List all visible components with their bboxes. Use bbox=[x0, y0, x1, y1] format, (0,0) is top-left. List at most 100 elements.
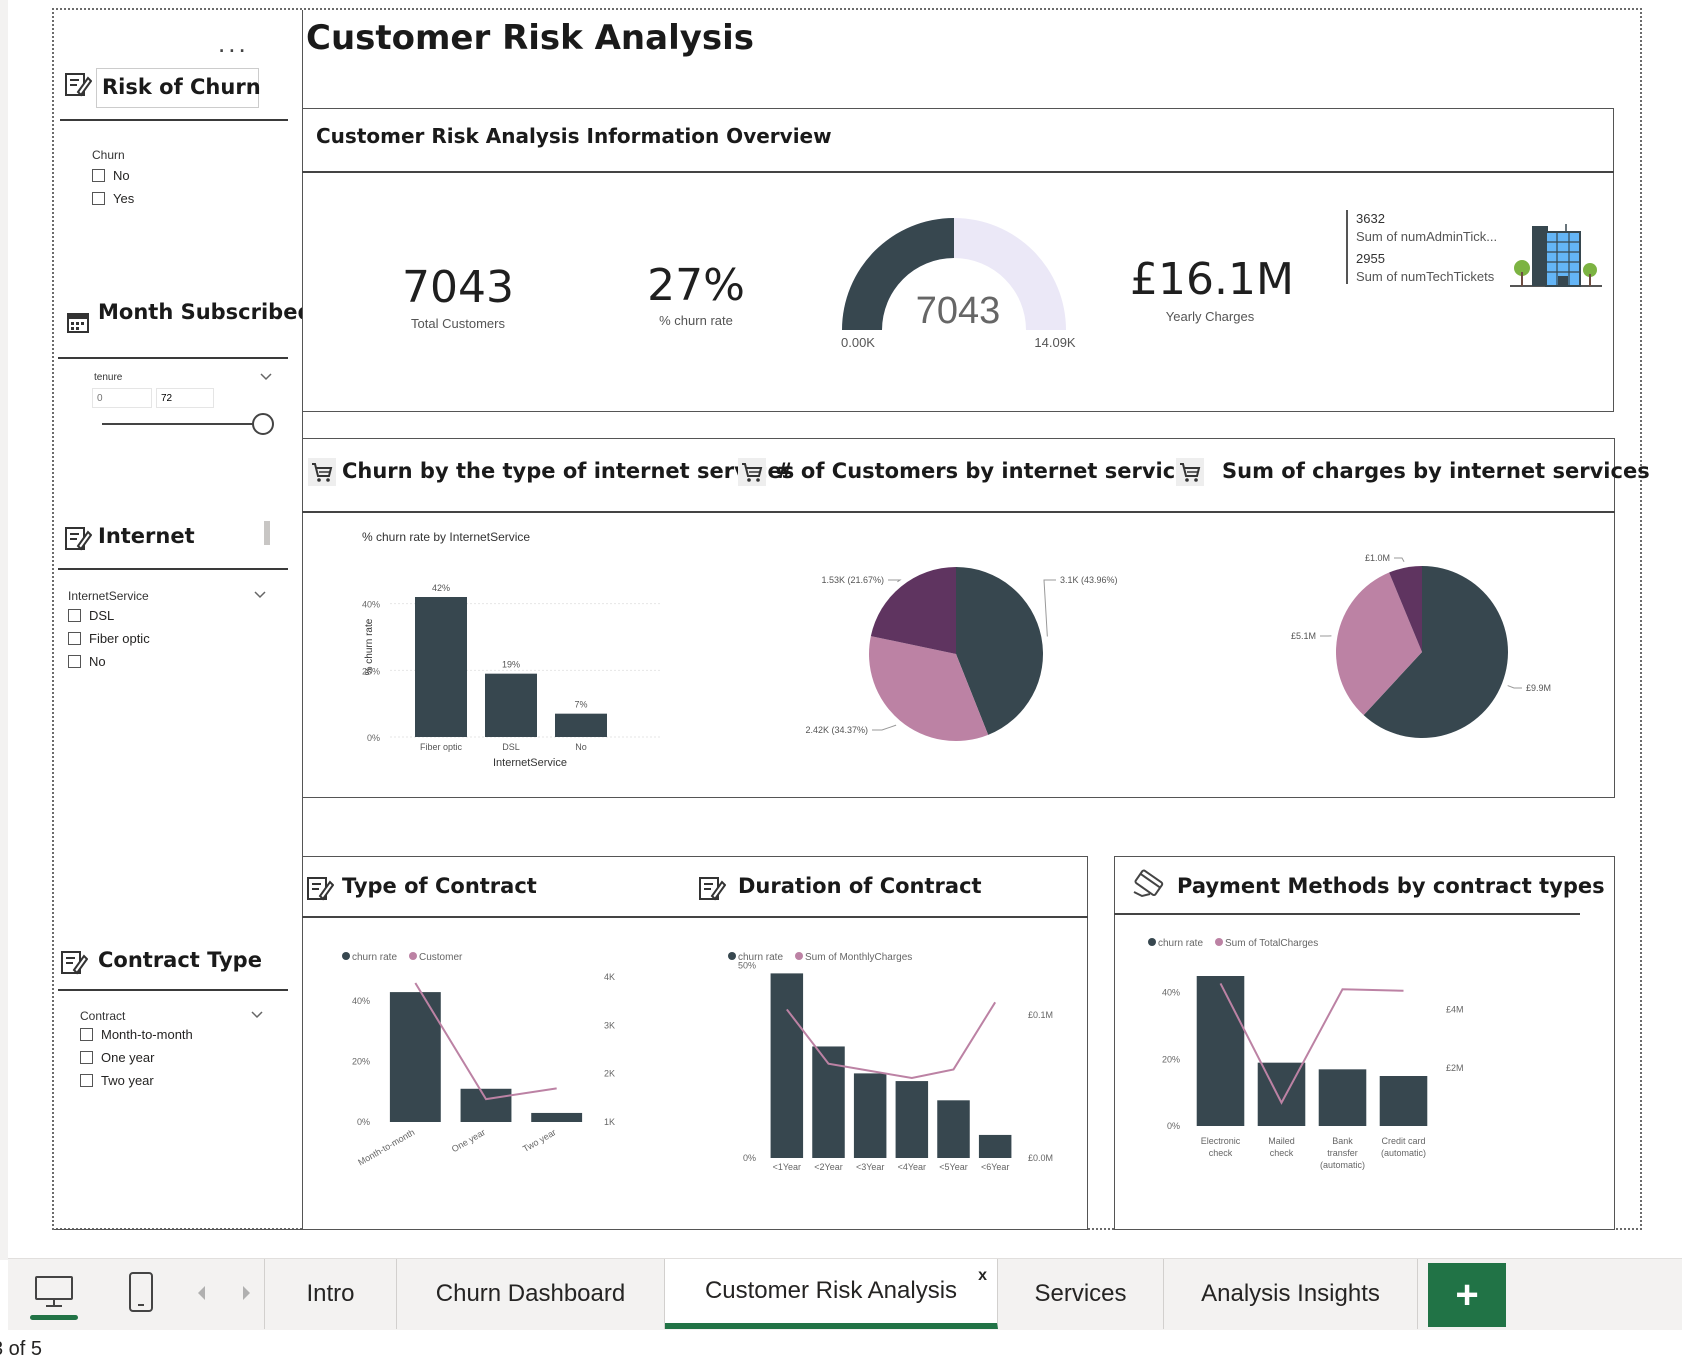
y-tick-label: 40% bbox=[1162, 988, 1180, 998]
bar bbox=[485, 674, 537, 737]
data-label: 7% bbox=[574, 700, 587, 710]
scrollbar[interactable] bbox=[264, 521, 270, 545]
calendar-icon bbox=[66, 310, 90, 334]
tech-tickets-label: Sum of numTechTickets bbox=[1356, 269, 1494, 284]
gauge-min: 0.00K bbox=[841, 335, 875, 350]
divider bbox=[302, 916, 1088, 918]
overview-title: Customer Risk Analysis Information Overv… bbox=[316, 124, 832, 148]
y2-tick-label: £0.0M bbox=[1028, 1153, 1053, 1163]
slice-label: £5.1M bbox=[1291, 631, 1316, 641]
tab-services[interactable]: Services bbox=[998, 1259, 1164, 1329]
admin-tickets-label: Sum of numAdminTick... bbox=[1356, 229, 1497, 244]
payment-methods-chart: churn rateSum of TotalCharges0%20%40%£2M… bbox=[1130, 925, 1510, 1185]
y2-tick-label: 4K bbox=[604, 972, 615, 982]
chart-title: % churn rate by InternetService bbox=[362, 530, 530, 544]
slicer-title-clip: Internet bbox=[96, 520, 246, 560]
mobile-view-icon[interactable] bbox=[128, 1271, 154, 1313]
x-tick-label: <3Year bbox=[856, 1162, 884, 1172]
divider bbox=[302, 511, 1615, 513]
page-tab-bar: Intro Churn Dashboard Customer Risk Anal… bbox=[8, 1258, 1682, 1330]
divider bbox=[58, 568, 288, 570]
checkbox-churn-no[interactable]: No bbox=[92, 168, 130, 183]
legend-marker bbox=[1215, 938, 1223, 946]
tab-customer-risk-analysis[interactable]: Customer Risk Analysisx bbox=[665, 1259, 998, 1329]
active-view-indicator bbox=[30, 1315, 78, 1320]
tab-analysis-insights[interactable]: Analysis Insights bbox=[1164, 1259, 1418, 1329]
credit-card-hand-icon bbox=[1130, 866, 1166, 902]
tenure-slider-handle[interactable] bbox=[252, 413, 274, 435]
checkbox-one-year[interactable]: One year bbox=[80, 1050, 154, 1065]
bar bbox=[979, 1135, 1012, 1158]
y-tick-label: 20% bbox=[1162, 1054, 1180, 1064]
bar bbox=[937, 1100, 970, 1158]
leader-line bbox=[872, 725, 896, 730]
gauge-value: 7043 bbox=[916, 290, 1001, 332]
gauge-max: 14.09K bbox=[1034, 335, 1076, 350]
scroll-right-icon[interactable] bbox=[240, 1285, 252, 1301]
x-tick-label: <1Year bbox=[773, 1162, 801, 1172]
contract-duration-chart: churn rateSum of MonthlyCharges0%50%£0.0… bbox=[710, 940, 1080, 1180]
tab-churn-dashboard[interactable]: Churn Dashboard bbox=[397, 1259, 665, 1329]
x-tick-label: Fiber optic bbox=[420, 742, 463, 752]
slicer-field-label: tenure bbox=[94, 372, 122, 383]
y-tick-label: 0% bbox=[367, 733, 380, 743]
x-tick-label: (automatic) bbox=[1320, 1160, 1365, 1170]
checkbox-two-year[interactable]: Two year bbox=[80, 1073, 154, 1088]
churn-by-internet-chart: % churn rate by InternetService0%20%40%4… bbox=[340, 525, 680, 775]
tenure-min-input[interactable] bbox=[92, 388, 152, 408]
title-payment-methods: Payment Methods by contract types bbox=[1177, 874, 1605, 898]
office-building-icon bbox=[1508, 220, 1604, 290]
bar bbox=[1319, 1069, 1367, 1126]
y2-tick-label: £4M bbox=[1446, 1005, 1464, 1015]
x-tick-label: check bbox=[1209, 1148, 1233, 1158]
x-tick-label: <2Year bbox=[814, 1162, 842, 1172]
x-tick-label: <4Year bbox=[898, 1162, 926, 1172]
y-tick-label: 0% bbox=[1167, 1121, 1180, 1131]
x-tick-label: Electronic bbox=[1201, 1136, 1241, 1146]
checkbox-fiber-optic[interactable]: Fiber optic bbox=[68, 631, 150, 646]
checkbox-month-to-month[interactable]: Month-to-month bbox=[80, 1027, 193, 1042]
data-label: 42% bbox=[432, 583, 450, 593]
slice-label: 3.1K (43.96%) bbox=[1060, 575, 1118, 585]
slice-label: 2.42K (34.37%) bbox=[805, 725, 868, 735]
slicer-title-month: Month Subscribed bbox=[98, 300, 313, 324]
leader-line bbox=[1508, 686, 1522, 688]
total-customers-value: 7043 bbox=[378, 262, 538, 313]
y-tick-label: 0% bbox=[357, 1117, 370, 1127]
checkbox-churn-yes[interactable]: Yes bbox=[92, 191, 134, 206]
chevron-down-icon[interactable] bbox=[254, 590, 266, 600]
tab-intro[interactable]: Intro bbox=[265, 1259, 397, 1329]
add-page-button[interactable]: + bbox=[1428, 1263, 1506, 1327]
x-tick-label: Bank bbox=[1332, 1136, 1353, 1146]
bar bbox=[1197, 976, 1245, 1126]
legend-label: Sum of TotalCharges bbox=[1225, 938, 1318, 949]
x-tick-label: Credit card bbox=[1381, 1136, 1425, 1146]
x-tick-label: No bbox=[575, 742, 587, 752]
chevron-down-icon[interactable] bbox=[260, 372, 272, 382]
tenure-max-input[interactable] bbox=[156, 388, 214, 408]
bar bbox=[896, 1081, 929, 1158]
slicer-title-internet: Internet bbox=[98, 524, 195, 548]
title-duration-of-contract: Duration of Contract bbox=[738, 874, 982, 898]
tenure-slider-track[interactable] bbox=[102, 423, 262, 425]
more-options-icon[interactable]: ... bbox=[218, 30, 249, 56]
title-type-of-contract: Type of Contract bbox=[342, 874, 537, 898]
scroll-left-icon[interactable] bbox=[196, 1285, 208, 1301]
y2-tick-label: £2M bbox=[1446, 1063, 1464, 1073]
legend-marker bbox=[1148, 938, 1156, 946]
leader-line bbox=[888, 580, 900, 582]
checkbox-internet-no[interactable]: No bbox=[68, 654, 106, 669]
y-tick-label: 40% bbox=[352, 996, 370, 1006]
legend-label: Customer bbox=[419, 952, 463, 963]
x-tick-label: transfer bbox=[1327, 1148, 1358, 1158]
edit-note-icon bbox=[64, 70, 92, 98]
divider bbox=[1114, 913, 1580, 915]
chevron-down-icon[interactable] bbox=[251, 1010, 263, 1020]
close-tab-icon[interactable]: x bbox=[978, 1267, 987, 1285]
checkbox-dsl[interactable]: DSL bbox=[68, 608, 114, 623]
legend-marker bbox=[409, 952, 417, 960]
window-left-strip bbox=[0, 0, 8, 1260]
desktop-view-icon[interactable] bbox=[34, 1275, 74, 1309]
legend-marker bbox=[728, 952, 736, 960]
x-tick-label: check bbox=[1270, 1148, 1294, 1158]
